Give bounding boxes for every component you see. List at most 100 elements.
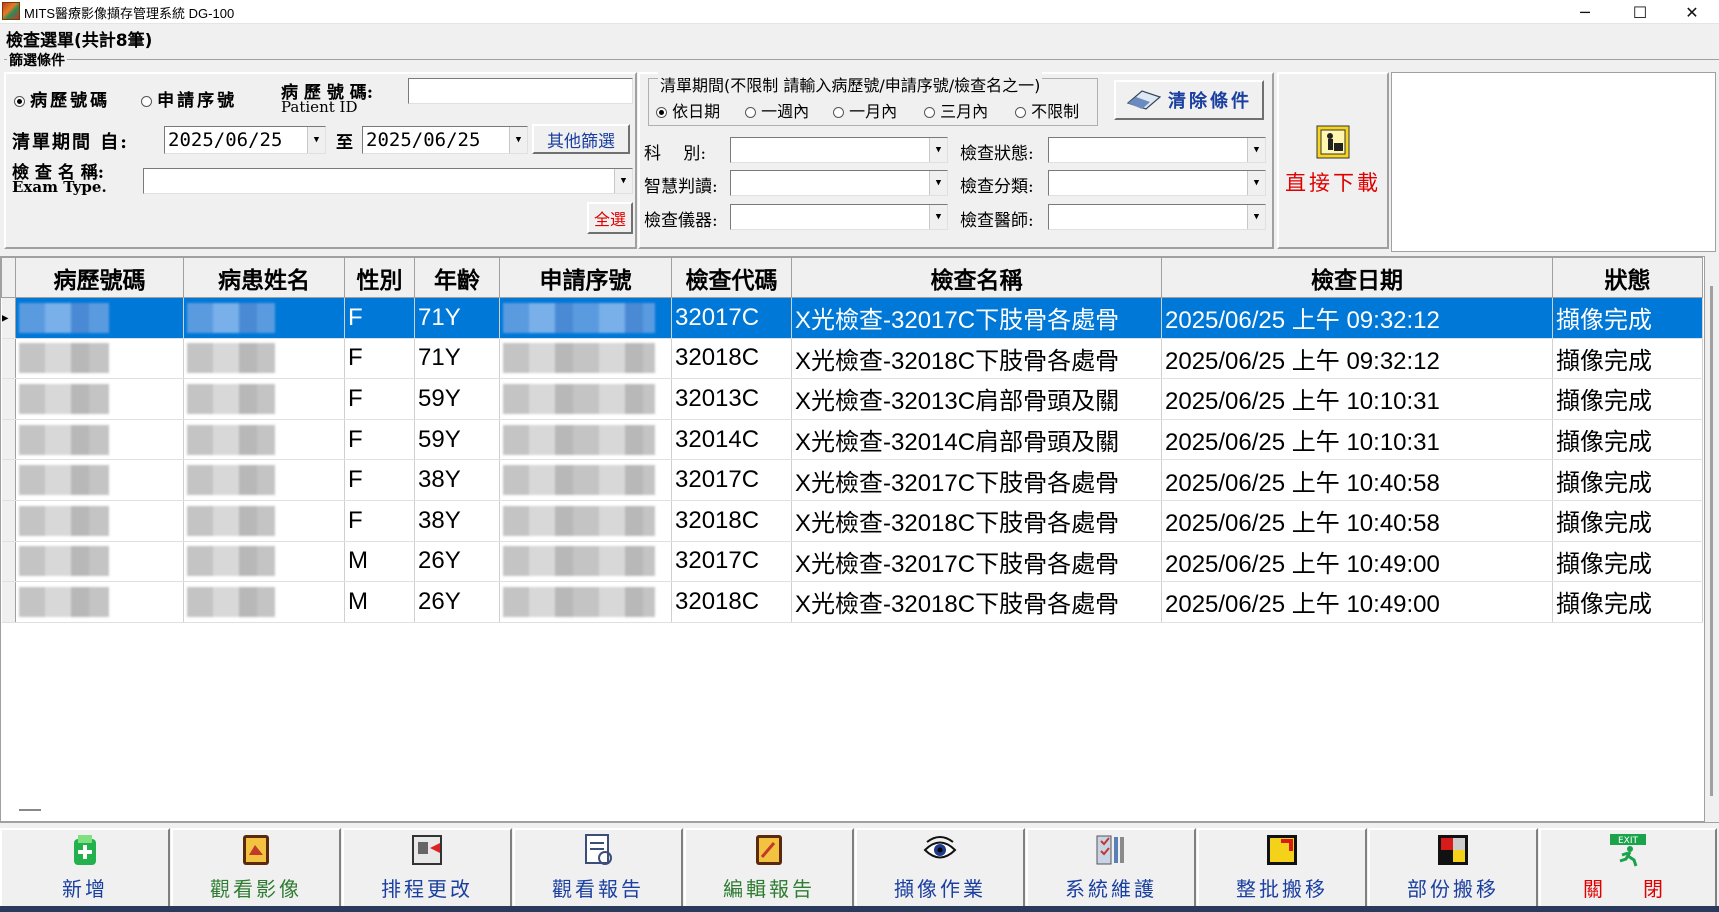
cell-exam-code[interactable]: 32017C xyxy=(671,459,792,501)
cell-exam-code[interactable]: 32013C xyxy=(671,378,792,420)
cell-status[interactable]: 擷像完成 xyxy=(1552,378,1703,420)
radio-unlimited-indicator[interactable] xyxy=(1015,107,1026,118)
period-option-date[interactable]: 依日期 xyxy=(656,98,720,122)
table-row[interactable]: F 71Y 32018C X光檢查-32018C下肢骨各處骨 2025/06/25 上午… xyxy=(1,338,1703,380)
radio-patient-id[interactable]: 病歷號碼 xyxy=(14,86,110,111)
period-option-unlimited[interactable]: 不限制 xyxy=(1015,98,1079,122)
cell-exam-name[interactable]: X光檢查-32014C肩部骨頭及關 xyxy=(791,419,1162,461)
cell-request-no[interactable] xyxy=(499,500,672,542)
radio-date-indicator[interactable] xyxy=(656,107,667,118)
cell-age[interactable]: 38Y xyxy=(414,500,500,542)
radio-week-indicator[interactable] xyxy=(745,107,756,118)
scrollbar-thumb[interactable] xyxy=(1710,286,1713,796)
row-indicator[interactable] xyxy=(1,500,16,542)
cell-status[interactable]: 擷像完成 xyxy=(1552,500,1703,542)
col-header[interactable]: 年齡 xyxy=(414,257,500,298)
status-combo[interactable]: ▼ xyxy=(1048,137,1266,163)
cell-patient-id[interactable] xyxy=(15,378,184,420)
col-header[interactable]: 性別 xyxy=(344,257,415,298)
dept-combo[interactable]: ▼ xyxy=(730,137,948,163)
cell-exam-date[interactable]: 2025/06/25 上午 10:40:58 xyxy=(1161,500,1553,542)
cell-request-no[interactable] xyxy=(499,297,672,339)
maximize-button[interactable]: ☐ xyxy=(1616,0,1664,24)
date-to-combo[interactable]: 2025/06/25 ▼ xyxy=(362,126,528,154)
table-row[interactable]: F 38Y 32018C X光檢查-32018C下肢骨各處骨 2025/06/25 上午… xyxy=(1,500,1703,542)
doctor-combo[interactable]: ▼ xyxy=(1048,204,1266,230)
radio-request-no[interactable]: 申請序號 xyxy=(141,86,237,111)
close-app-button[interactable]: EXIT 關 閉 xyxy=(1539,828,1717,908)
cell-exam-name[interactable]: X光檢查-32018C下肢骨各處骨 xyxy=(791,500,1162,542)
period-option-week[interactable]: 一週內 xyxy=(745,98,809,122)
period-option-month[interactable]: 一月內 xyxy=(833,98,897,122)
date-from-combo[interactable]: 2025/06/25 ▼ xyxy=(164,126,326,154)
category-combo[interactable]: ▼ xyxy=(1048,170,1266,196)
cell-patient-id[interactable] xyxy=(15,459,184,501)
col-header[interactable]: 病歷號碼 xyxy=(15,257,184,298)
cell-age[interactable]: 38Y xyxy=(414,459,500,501)
chevron-down-icon[interactable]: ▼ xyxy=(509,127,527,153)
table-row[interactable]: F 38Y 32017C X光檢查-32017C下肢骨各處骨 2025/06/25 上午… xyxy=(1,459,1703,501)
view-image-button[interactable]: 觀看影像 xyxy=(171,828,341,908)
device-combo[interactable]: ▼ xyxy=(730,204,948,230)
cell-status[interactable]: 擷像完成 xyxy=(1552,419,1703,461)
chevron-down-icon[interactable]: ▼ xyxy=(929,171,947,195)
direct-download-button[interactable]: 直接下載 xyxy=(1277,72,1389,249)
row-indicator[interactable] xyxy=(1,378,16,420)
cell-exam-name[interactable]: X光檢查-32018C下肢骨各處骨 xyxy=(791,581,1162,623)
cell-sex[interactable]: F xyxy=(344,419,415,461)
partial-move-button[interactable]: 部份搬移 xyxy=(1368,828,1538,908)
system-maintenance-button[interactable]: 系統維護 xyxy=(1026,828,1196,908)
cell-status[interactable]: 擷像完成 xyxy=(1552,541,1703,583)
cell-patient-id[interactable] xyxy=(15,338,184,380)
chevron-down-icon[interactable]: ▼ xyxy=(929,138,947,162)
col-header[interactable]: 檢查日期 xyxy=(1161,257,1553,298)
batch-move-button[interactable]: 整批搬移 xyxy=(1197,828,1367,908)
cell-patient-name[interactable] xyxy=(183,378,345,420)
cell-patient-name[interactable] xyxy=(183,581,345,623)
cell-exam-name[interactable]: X光檢查-32018C下肢骨各處骨 xyxy=(791,338,1162,380)
table-row[interactable]: F 59Y 32014C X光檢查-32014C肩部骨頭及關 2025/06/25 上午… xyxy=(1,419,1703,461)
cell-exam-name[interactable]: X光檢查-32017C下肢骨各處骨 xyxy=(791,541,1162,583)
chevron-down-icon[interactable]: ▼ xyxy=(1247,138,1265,162)
cell-exam-date[interactable]: 2025/06/25 上午 10:10:31 xyxy=(1161,378,1553,420)
col-header[interactable]: 狀態 xyxy=(1552,257,1703,298)
cell-patient-name[interactable] xyxy=(183,459,345,501)
cell-patient-name[interactable] xyxy=(183,419,345,461)
cell-exam-name[interactable]: X光檢查-32013C肩部骨頭及關 xyxy=(791,378,1162,420)
cell-exam-date[interactable]: 2025/06/25 上午 10:49:00 xyxy=(1161,581,1553,623)
radio-month-indicator[interactable] xyxy=(833,107,844,118)
col-header[interactable]: 病患姓名 xyxy=(183,257,345,298)
cell-exam-code[interactable]: 32018C xyxy=(671,581,792,623)
cell-sex[interactable]: M xyxy=(344,581,415,623)
cell-patient-name[interactable] xyxy=(183,338,345,380)
cell-request-no[interactable] xyxy=(499,378,672,420)
cell-patient-id[interactable] xyxy=(15,581,184,623)
cell-exam-name[interactable]: X光檢查-32017C下肢骨各處骨 xyxy=(791,459,1162,501)
table-row[interactable]: F 59Y 32013C X光檢查-32013C肩部骨頭及關 2025/06/25 上午… xyxy=(1,378,1703,420)
col-header[interactable]: 檢查名稱 xyxy=(791,257,1162,298)
cell-patient-name[interactable] xyxy=(183,541,345,583)
cell-sex[interactable]: F xyxy=(344,378,415,420)
cell-request-no[interactable] xyxy=(499,541,672,583)
cell-patient-id[interactable] xyxy=(15,500,184,542)
row-indicator[interactable] xyxy=(1,338,16,380)
cell-patient-id[interactable] xyxy=(15,297,184,339)
cell-patient-id[interactable] xyxy=(15,541,184,583)
cell-age[interactable]: 71Y xyxy=(414,338,500,380)
cell-age[interactable]: 26Y xyxy=(414,581,500,623)
cell-exam-date[interactable]: 2025/06/25 上午 09:32:12 xyxy=(1161,297,1553,339)
cell-status[interactable]: 擷像完成 xyxy=(1552,459,1703,501)
row-indicator[interactable] xyxy=(1,581,16,623)
patient-id-input[interactable] xyxy=(408,78,633,104)
table-row[interactable]: M 26Y 32017C X光檢查-32017C下肢骨各處骨 2025/06/25 上午… xyxy=(1,541,1703,583)
vertical-scrollbar[interactable] xyxy=(1705,256,1719,822)
cell-age[interactable]: 59Y xyxy=(414,378,500,420)
cell-request-no[interactable] xyxy=(499,338,672,380)
cell-exam-date[interactable]: 2025/06/25 上午 10:49:00 xyxy=(1161,541,1553,583)
cell-status[interactable]: 擷像完成 xyxy=(1552,338,1703,380)
capture-button[interactable]: 擷像作業 xyxy=(855,828,1025,908)
cell-exam-code[interactable]: 32017C xyxy=(671,541,792,583)
cell-age[interactable]: 71Y xyxy=(414,297,500,339)
period-option-3months[interactable]: 三月內 xyxy=(924,98,988,122)
cell-exam-code[interactable]: 32018C xyxy=(671,338,792,380)
